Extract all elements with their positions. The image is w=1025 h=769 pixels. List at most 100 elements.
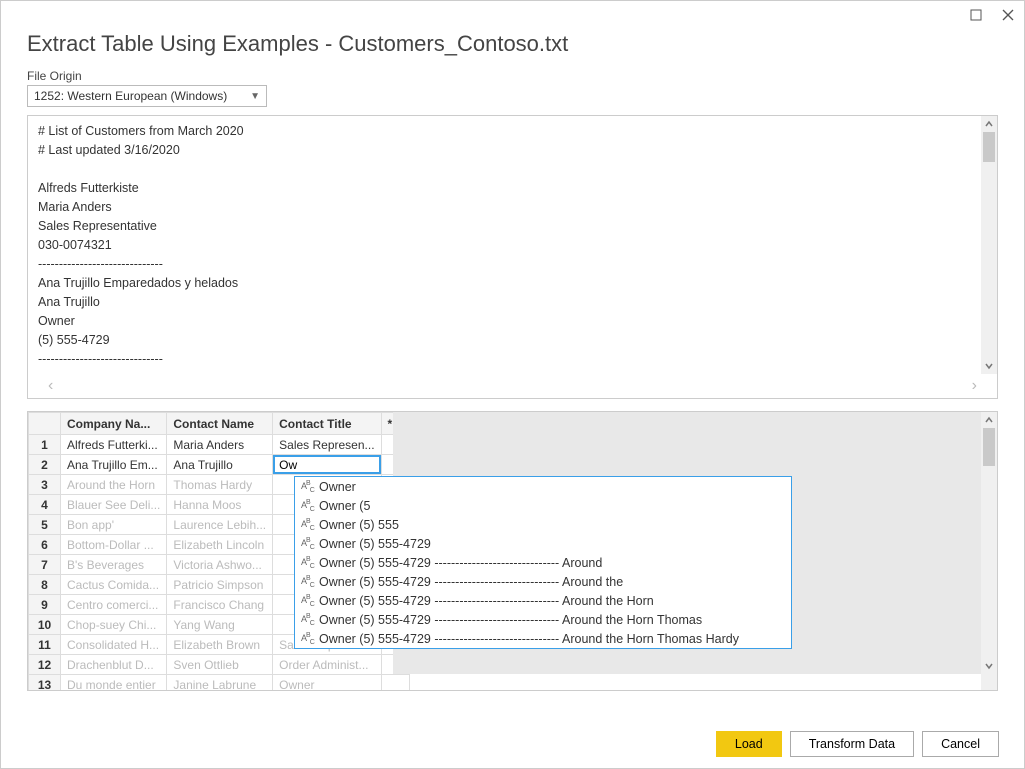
file-origin-label: File Origin: [1, 69, 1024, 85]
header-title[interactable]: Contact Title: [273, 413, 381, 435]
table-row[interactable]: 1Alfreds Futterki...Maria AndersSales Re…: [29, 435, 410, 455]
text-type-icon: ABC: [301, 480, 319, 494]
row-number: 3: [29, 475, 61, 495]
table-row[interactable]: 13Du monde entierJanine LabruneOwner: [29, 675, 410, 692]
autocomplete-item[interactable]: ABCOwner (5: [295, 496, 791, 515]
table-row[interactable]: 2Ana Trujillo Em...Ana Trujillo: [29, 455, 410, 475]
table-row[interactable]: 12Drachenblut D...Sven OttliebOrder Admi…: [29, 655, 410, 675]
autocomplete-item-label: Owner: [319, 480, 356, 494]
autocomplete-item-label: Owner (5) 555-4729 ---------------------…: [319, 594, 654, 608]
autocomplete-item-label: Owner (5) 555-4729 ---------------------…: [319, 632, 739, 646]
file-origin-dropdown[interactable]: 1252: Western European (Windows) ▼: [27, 85, 267, 107]
transform-data-button[interactable]: Transform Data: [790, 731, 914, 757]
text-type-icon: ABC: [301, 537, 319, 551]
cell-company[interactable]: Blauer See Deli...: [61, 495, 167, 515]
chevron-down-icon: ▼: [250, 91, 260, 102]
autocomplete-item[interactable]: ABCOwner: [295, 477, 791, 496]
cell-company[interactable]: B's Beverages: [61, 555, 167, 575]
cell-title[interactable]: Sales Represen...: [273, 435, 381, 455]
autocomplete-item[interactable]: ABCOwner (5) 555-4729 ------------------…: [295, 610, 791, 629]
cell-company[interactable]: Ana Trujillo Em...: [61, 455, 167, 475]
text-type-icon: ABC: [301, 556, 319, 570]
cell-title-input[interactable]: [273, 455, 380, 474]
cell-contact[interactable]: Sven Ottlieb: [167, 655, 273, 675]
row-number: 6: [29, 535, 61, 555]
cell-contact[interactable]: Yang Wang: [167, 615, 273, 635]
cell-title[interactable]: [273, 455, 381, 475]
header-company[interactable]: Company Na...: [61, 413, 167, 435]
dialog-title: Extract Table Using Examples - Customers…: [1, 29, 1024, 69]
autocomplete-item-label: Owner (5) 555-4729: [319, 537, 431, 551]
cell-company[interactable]: Chop-suey Chi...: [61, 615, 167, 635]
window-titlebar: [1, 1, 1024, 29]
cell-company[interactable]: Centro comerci...: [61, 595, 167, 615]
scroll-thumb[interactable]: [983, 132, 995, 162]
text-type-icon: ABC: [301, 499, 319, 513]
cell-contact[interactable]: Victoria Ashwo...: [167, 555, 273, 575]
autocomplete-item[interactable]: ABCOwner (5) 555-4729 ------------------…: [295, 572, 791, 591]
cell-company[interactable]: Consolidated H...: [61, 635, 167, 655]
autocomplete-item-label: Owner (5) 555-4729 ---------------------…: [319, 613, 702, 627]
autocomplete-item-label: Owner (5) 555: [319, 518, 399, 532]
scroll-down-icon[interactable]: [981, 358, 997, 374]
cell-company[interactable]: Du monde entier: [61, 675, 167, 692]
cell-company[interactable]: Alfreds Futterki...: [61, 435, 167, 455]
cell-contact[interactable]: Maria Anders: [167, 435, 273, 455]
autocomplete-item-label: Owner (5: [319, 499, 370, 513]
text-type-icon: ABC: [301, 518, 319, 532]
row-number: 8: [29, 575, 61, 595]
autocomplete-item[interactable]: ABCOwner (5) 555-4729 ------------------…: [295, 629, 791, 648]
text-type-icon: ABC: [301, 632, 319, 646]
cell-title[interactable]: Owner: [273, 675, 381, 692]
close-icon[interactable]: [998, 5, 1018, 25]
load-button[interactable]: Load: [716, 731, 782, 757]
row-number: 4: [29, 495, 61, 515]
autocomplete-item-label: Owner (5) 555-4729 ---------------------…: [319, 556, 602, 570]
example-grid: Company Na... Contact Name Contact Title…: [27, 411, 998, 691]
file-preview: # List of Customers from March 2020 # La…: [27, 115, 998, 399]
autocomplete-item[interactable]: ABCOwner (5) 555-4729 ------------------…: [295, 591, 791, 610]
text-type-icon: ABC: [301, 594, 319, 608]
scroll-thumb[interactable]: [983, 428, 995, 466]
autocomplete-item[interactable]: ABCOwner (5) 555-4729 ------------------…: [295, 553, 791, 572]
scroll-up-icon[interactable]: [981, 412, 997, 428]
file-preview-text: # List of Customers from March 2020 # La…: [28, 116, 997, 374]
row-number: 1: [29, 435, 61, 455]
cell-contact[interactable]: Janine Labrune: [167, 675, 273, 692]
header-contact[interactable]: Contact Name: [167, 413, 273, 435]
cell-title[interactable]: Order Administ...: [273, 655, 381, 675]
text-type-icon: ABC: [301, 575, 319, 589]
row-number: 11: [29, 635, 61, 655]
cancel-button[interactable]: Cancel: [922, 731, 999, 757]
maximize-icon[interactable]: [966, 5, 986, 25]
row-number: 10: [29, 615, 61, 635]
cell-contact[interactable]: Laurence Lebih...: [167, 515, 273, 535]
cell-contact[interactable]: Elizabeth Brown: [167, 635, 273, 655]
cell-company[interactable]: Around the Horn: [61, 475, 167, 495]
cell-company[interactable]: Cactus Comida...: [61, 575, 167, 595]
preview-scrollbar-vertical[interactable]: [981, 116, 997, 374]
cell-contact[interactable]: Francisco Chang: [167, 595, 273, 615]
cell-add-column[interactable]: [381, 675, 409, 692]
cell-contact[interactable]: Hanna Moos: [167, 495, 273, 515]
scroll-right-icon[interactable]: ›: [968, 377, 981, 395]
autocomplete-item[interactable]: ABCOwner (5) 555: [295, 515, 791, 534]
preview-scrollbar-horizontal[interactable]: ‹ ›: [44, 374, 981, 398]
scroll-left-icon[interactable]: ‹: [44, 377, 57, 395]
cell-company[interactable]: Bottom-Dollar ...: [61, 535, 167, 555]
cell-contact[interactable]: Patricio Simpson: [167, 575, 273, 595]
autocomplete-item[interactable]: ABCOwner (5) 555-4729: [295, 534, 791, 553]
cell-company[interactable]: Bon app': [61, 515, 167, 535]
grid-scrollbar-vertical[interactable]: [981, 412, 997, 674]
cell-contact[interactable]: Ana Trujillo: [167, 455, 273, 475]
file-origin-value: 1252: Western European (Windows): [34, 89, 227, 103]
scroll-up-icon[interactable]: [981, 116, 997, 132]
row-number: 2: [29, 455, 61, 475]
cell-company[interactable]: Drachenblut D...: [61, 655, 167, 675]
header-rownum: [29, 413, 61, 435]
cell-contact[interactable]: Thomas Hardy: [167, 475, 273, 495]
cell-contact[interactable]: Elizabeth Lincoln: [167, 535, 273, 555]
scroll-down-icon[interactable]: [981, 658, 997, 674]
autocomplete-item-label: Owner (5) 555-4729 ---------------------…: [319, 575, 623, 589]
autocomplete-popup[interactable]: ABCOwnerABCOwner (5ABCOwner (5) 555ABCOw…: [294, 476, 792, 649]
